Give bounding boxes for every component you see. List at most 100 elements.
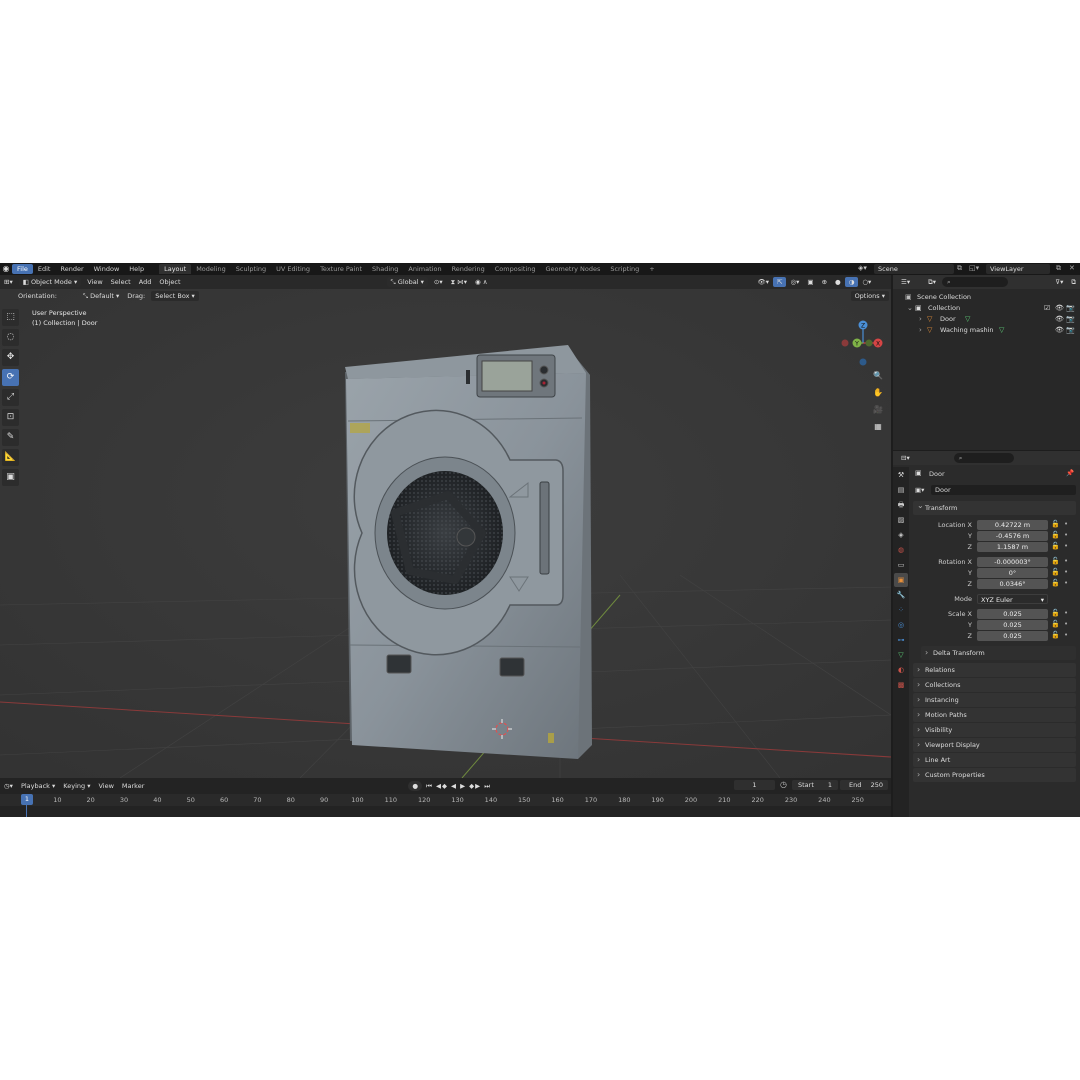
snap-icon[interactable]: ⧗ ⋈▾ [447, 277, 471, 287]
keyframe-dot-icon[interactable]: • [1064, 520, 1068, 528]
filter-icon[interactable]: ⊽▾ [1051, 277, 1067, 287]
outliner-row-collection[interactable]: ⌄ ▣ Collection ☑ 👁 📷 [893, 303, 1080, 314]
measure-tool-icon[interactable]: 📐 [2, 449, 19, 466]
orientation-default-dropdown[interactable]: ⤡ Default ▾ [79, 291, 123, 301]
location-z-field[interactable]: 1.1587 m [977, 542, 1048, 552]
object-type-dropdown-icon[interactable]: ▣▾ [915, 486, 924, 494]
proportional-edit-icon[interactable]: ◉ ∧ [471, 277, 492, 287]
select-box-tool-icon[interactable]: ⬚ [2, 309, 19, 326]
outliner-editor-icon[interactable]: ☰▾ [897, 277, 914, 287]
collapse-chevron-icon[interactable]: ⌄ [907, 303, 913, 314]
outliner-search-input[interactable]: ⌕ [942, 277, 1008, 287]
transform-panel-header[interactable]: Transform [913, 499, 1076, 515]
data-tab-icon[interactable]: ▽ [894, 648, 908, 662]
location-y-field[interactable]: -0.4576 m [977, 531, 1048, 541]
tab-modeling[interactable]: Modeling [191, 264, 231, 274]
timeline-view-menu[interactable]: View [94, 781, 117, 791]
rotation-z-field[interactable]: 0.0346° [977, 579, 1048, 589]
remove-view-layer-icon[interactable]: ✕ [1069, 264, 1075, 272]
tab-scripting[interactable]: Scripting [605, 264, 644, 274]
tab-layout[interactable]: Layout [159, 264, 192, 274]
zoom-icon[interactable]: 🔍 [871, 369, 885, 383]
tab-uv-editing[interactable]: UV Editing [271, 264, 315, 274]
shading-wireframe-icon[interactable]: ⊕ [818, 277, 831, 287]
tab-compositing[interactable]: Compositing [490, 264, 541, 274]
blender-logo-icon[interactable]: ◉ [1, 264, 11, 274]
new-view-layer-icon[interactable]: ⧉ [1056, 264, 1061, 273]
outliner-row-scene-collection[interactable]: ▣ Scene Collection [893, 292, 1080, 303]
tab-rendering[interactable]: Rendering [447, 264, 490, 274]
current-frame-field[interactable]: 1 [734, 780, 775, 790]
options-dropdown[interactable]: Options ▾ [850, 291, 889, 301]
shading-solid-icon[interactable]: ● [831, 277, 845, 287]
visibility-eye-icon[interactable]: 👁 [1055, 325, 1064, 336]
washing-machine-model[interactable] [345, 345, 592, 759]
view-layer-selector[interactable]: ViewLayer [986, 264, 1050, 274]
custom-properties-panel-header[interactable]: Custom Properties [913, 768, 1076, 782]
render-tab-icon[interactable]: ▤ [894, 483, 908, 497]
rotation-x-field[interactable]: -0.000003° [977, 557, 1048, 567]
delta-transform-panel-header[interactable]: Delta Transform [921, 646, 1076, 660]
properties-editor-icon[interactable]: ⊟▾ [897, 453, 914, 463]
render-camera-icon[interactable]: 📷 [1066, 314, 1075, 325]
menu-window[interactable]: Window [89, 264, 125, 274]
tab-geometry-nodes[interactable]: Geometry Nodes [541, 264, 606, 274]
shading-material-icon[interactable]: ◑ [844, 277, 859, 287]
motion-paths-panel-header[interactable]: Motion Paths [913, 708, 1076, 722]
lock-icon[interactable]: 🔓 [1051, 557, 1060, 565]
camera-view-icon[interactable]: 🎥 [871, 403, 885, 417]
object-tab-icon[interactable]: ▣ [894, 573, 908, 587]
scale-x-field[interactable]: 0.025 [977, 609, 1048, 619]
menu-render[interactable]: Render [55, 264, 88, 274]
pivot-point-icon[interactable]: ⊙▾ [430, 277, 447, 287]
3d-viewport[interactable]: ⊞▾ ◧ Object Mode ▾ View Select Add Objec… [0, 275, 891, 778]
keyframe-dot-icon[interactable]: • [1064, 620, 1068, 628]
viewport-display-panel-header[interactable]: Viewport Display [913, 738, 1076, 752]
keyframe-dot-icon[interactable]: • [1064, 531, 1068, 539]
shading-rendered-icon[interactable]: ○▾ [858, 277, 875, 287]
mode-selector[interactable]: ◧ Object Mode ▾ [18, 277, 82, 287]
menu-file[interactable]: File [12, 264, 33, 274]
keyframe-dot-icon[interactable]: • [1064, 631, 1068, 639]
exclude-checkbox[interactable]: ☑ [1044, 303, 1050, 314]
rotation-mode-dropdown[interactable]: XYZ Euler ▾ [977, 594, 1048, 604]
lock-icon[interactable]: 🔓 [1051, 631, 1060, 639]
keyframe-dot-icon[interactable]: • [1064, 542, 1068, 550]
visibility-icon[interactable]: 👁▾ [754, 277, 774, 287]
gizmo-toggle-icon[interactable]: ⇱ [773, 277, 787, 287]
outliner-row-door[interactable]: › ▽ Door ▽ 👁 📷 [893, 314, 1080, 325]
annotate-tool-icon[interactable]: ✎ [2, 429, 19, 446]
clock-icon[interactable]: ◷ [780, 780, 787, 789]
lock-icon[interactable]: 🔓 [1051, 542, 1060, 550]
properties-search-input[interactable]: ⌕ [953, 453, 1014, 463]
display-mode-icon[interactable]: ⧉▾ [924, 277, 940, 287]
menu-view[interactable]: View [83, 277, 106, 287]
collections-panel-header[interactable]: Collections [913, 678, 1076, 692]
add-cube-tool-icon[interactable]: ▣ [2, 469, 19, 486]
material-tab-icon[interactable]: ◐ [894, 663, 908, 677]
keyframe-dot-icon[interactable]: • [1064, 609, 1068, 617]
navigation-gizmo[interactable]: Z X Y [838, 313, 888, 373]
transform-orientation-dropdown[interactable]: ⤡ Global ▾ [386, 277, 428, 287]
keying-menu[interactable]: Keying ▾ [59, 781, 94, 791]
new-scene-icon[interactable]: ⧉ [957, 264, 962, 273]
pin-icon[interactable]: 📌 [1066, 469, 1074, 477]
editor-type-icon[interactable]: ⊞▾ [0, 277, 17, 287]
line-art-panel-header[interactable]: Line Art [913, 753, 1076, 767]
keyframe-dot-icon[interactable]: • [1064, 557, 1068, 565]
start-frame-field[interactable]: Start 1 [792, 780, 838, 790]
keyframe-dot-icon[interactable]: • [1064, 579, 1068, 587]
playback-menu[interactable]: Playback ▾ [17, 781, 59, 791]
scene-selector[interactable]: Scene [874, 264, 954, 274]
lock-icon[interactable]: 🔓 [1051, 579, 1060, 587]
render-camera-icon[interactable]: 📷 [1066, 325, 1075, 336]
keyframe-dot-icon[interactable]: • [1064, 568, 1068, 576]
tool-tab-icon[interactable]: ⚒ [894, 468, 908, 482]
instancing-panel-header[interactable]: Instancing [913, 693, 1076, 707]
lock-icon[interactable]: 🔓 [1051, 531, 1060, 539]
lock-icon[interactable]: 🔓 [1051, 609, 1060, 617]
modifier-tab-icon[interactable]: 🔧 [894, 588, 908, 602]
playback-controls-icon[interactable]: ⏮ ◀◆ ◀ ▶ ◆▶ ⏭ [422, 781, 495, 791]
new-collection-icon[interactable]: ⧉ [1067, 277, 1080, 287]
scale-z-field[interactable]: 0.025 [977, 631, 1048, 641]
